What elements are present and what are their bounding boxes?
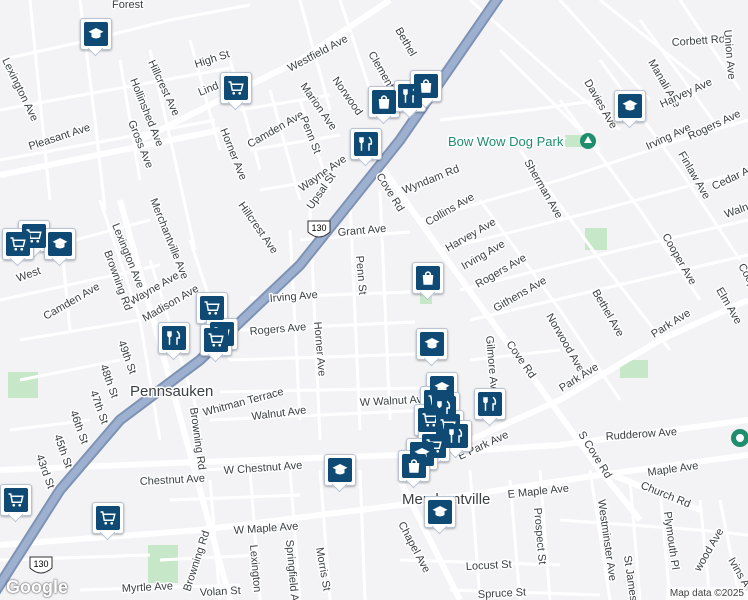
map-marker[interactable] bbox=[412, 262, 444, 302]
route-shield-north: 130 bbox=[307, 220, 331, 238]
map-marker[interactable] bbox=[220, 72, 252, 112]
map-marker[interactable] bbox=[200, 324, 232, 364]
map-marker[interactable] bbox=[350, 128, 382, 168]
school-icon bbox=[428, 500, 452, 524]
map-marker[interactable] bbox=[424, 496, 456, 536]
shopping-bag-icon bbox=[402, 454, 426, 478]
place-label-pennsauken: Pennsauken bbox=[130, 383, 213, 400]
google-logo: Google bbox=[6, 577, 68, 597]
street-label: Volan St bbox=[200, 585, 242, 599]
restaurant-icon bbox=[444, 424, 468, 448]
map-marker[interactable] bbox=[398, 450, 430, 490]
shopping-cart-icon bbox=[6, 232, 30, 256]
shopping-cart-icon bbox=[204, 328, 228, 352]
street-label: Spruce St bbox=[478, 586, 527, 600]
map-marker[interactable] bbox=[80, 18, 112, 58]
map-attribution[interactable]: Map data ©2025 bbox=[665, 587, 748, 600]
map-marker[interactable] bbox=[92, 502, 124, 542]
map-marker[interactable] bbox=[158, 322, 190, 362]
map-canvas[interactable]: 130 130 Forest Lexington Ave Westfield A… bbox=[0, 0, 748, 600]
map-marker[interactable] bbox=[614, 90, 646, 130]
shopping-cart-icon bbox=[96, 506, 120, 530]
map-marker[interactable] bbox=[2, 228, 34, 268]
street-label: Forest bbox=[112, 0, 143, 11]
park-pin-icon[interactable] bbox=[580, 133, 596, 149]
map-marker[interactable] bbox=[416, 328, 448, 368]
svg-text:130: 130 bbox=[311, 223, 326, 233]
svg-text:130: 130 bbox=[33, 559, 48, 569]
school-icon bbox=[420, 332, 444, 356]
map-marker[interactable] bbox=[324, 454, 356, 494]
map-marker[interactable] bbox=[474, 388, 506, 428]
restaurant-icon bbox=[354, 132, 378, 156]
street-label: Locust St bbox=[466, 559, 512, 573]
school-icon bbox=[84, 22, 108, 46]
school-icon bbox=[48, 232, 72, 256]
school-icon bbox=[618, 94, 642, 118]
shopping-cart-icon bbox=[4, 488, 28, 512]
shopping-bag-icon bbox=[414, 74, 438, 98]
map-marker[interactable] bbox=[44, 228, 76, 268]
map-marker[interactable] bbox=[0, 484, 32, 524]
shopping-bag-icon bbox=[372, 90, 396, 114]
map-marker[interactable] bbox=[368, 86, 400, 126]
restaurant-icon bbox=[478, 392, 502, 416]
shopping-cart-icon bbox=[200, 296, 224, 320]
shopping-cart-icon bbox=[224, 76, 248, 100]
shopping-bag-icon bbox=[416, 266, 440, 290]
school-icon bbox=[328, 458, 352, 482]
restaurant-icon bbox=[162, 326, 186, 350]
poi-label-dog-park[interactable]: Bow Wow Dog Park bbox=[447, 133, 566, 151]
route-shield-south: 130 bbox=[29, 556, 53, 574]
